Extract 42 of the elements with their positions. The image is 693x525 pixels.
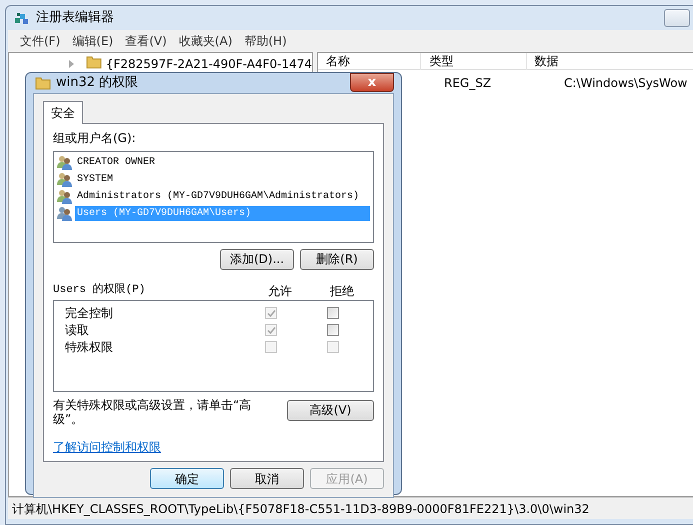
users-icon bbox=[57, 206, 73, 220]
menu-item[interactable]: 查看(V) bbox=[119, 31, 173, 49]
dialog-button[interactable]: 确定 bbox=[150, 468, 224, 490]
menu-item[interactable]: 帮助(H) bbox=[238, 31, 293, 49]
groups-label: 组或用户名(G): bbox=[53, 130, 137, 146]
menu-item[interactable]: 文件(F) bbox=[14, 31, 66, 49]
users-icon bbox=[57, 188, 73, 204]
allow-header: 允许 bbox=[267, 282, 293, 300]
permission-name: 完全控制 bbox=[64, 305, 114, 322]
table-cell-text: C:\Windows\SysWow bbox=[563, 75, 688, 92]
permission-name: 特殊权限 bbox=[64, 339, 114, 356]
minimize-button[interactable] bbox=[664, 9, 690, 27]
users-icon bbox=[57, 172, 73, 186]
advanced-button[interactable]: 高级(V) bbox=[287, 400, 374, 420]
dialog-button[interactable]: 取消 bbox=[230, 468, 304, 490]
folder-icon bbox=[35, 76, 51, 90]
deny-header: 拒绝 bbox=[329, 282, 355, 300]
permissions-label: Users 的权限(P) bbox=[53, 282, 146, 298]
advanced-note: 有关特殊权限或高级设置，请单击“高级”。 bbox=[53, 398, 252, 426]
group-item[interactable]: CREATOR OWNER bbox=[75, 154, 370, 170]
table-cell-text: REG_SZ bbox=[443, 75, 492, 92]
group-button[interactable]: 删除(R) bbox=[300, 248, 374, 270]
dialog-title: win32 的权限 bbox=[56, 74, 138, 92]
group-button[interactable]: 添加(D)... bbox=[220, 248, 294, 270]
window-title: 注册表编辑器 bbox=[36, 9, 114, 28]
folder-icon bbox=[86, 55, 102, 69]
menu-item[interactable]: 收藏夹(A) bbox=[172, 31, 238, 49]
menu-item[interactable]: 编辑(E) bbox=[66, 31, 120, 49]
group-item[interactable]: Administrators (MY-GD7V9DUH6GAM\Administrators) bbox=[75, 188, 370, 204]
registry-editor-icon bbox=[14, 10, 30, 26]
column-header[interactable]: 名称 bbox=[318, 53, 422, 70]
users-icon bbox=[57, 154, 73, 170]
tree-item[interactable]: {F282597F-2A21-490F-A4F0-1474 bbox=[106, 55, 312, 73]
tab[interactable]: 安全 bbox=[43, 100, 83, 124]
access-control-link[interactable]: 了解访问控制和权限 bbox=[53, 440, 161, 454]
permission-name: 读取 bbox=[64, 322, 90, 339]
checkbox[interactable] bbox=[327, 307, 339, 319]
group-item[interactable]: SYSTEM bbox=[75, 172, 370, 186]
checkbox[interactable] bbox=[327, 324, 339, 336]
status-bar: 计算机\HKEY_CLASSES_ROOT\TypeLib\{F5078F18-C551-11D3-89B9-0000F81FE221}\3.0\0\win32 bbox=[8, 497, 693, 519]
column-header[interactable]: 类型 bbox=[421, 53, 527, 70]
column-header[interactable]: 数据 bbox=[526, 53, 693, 70]
